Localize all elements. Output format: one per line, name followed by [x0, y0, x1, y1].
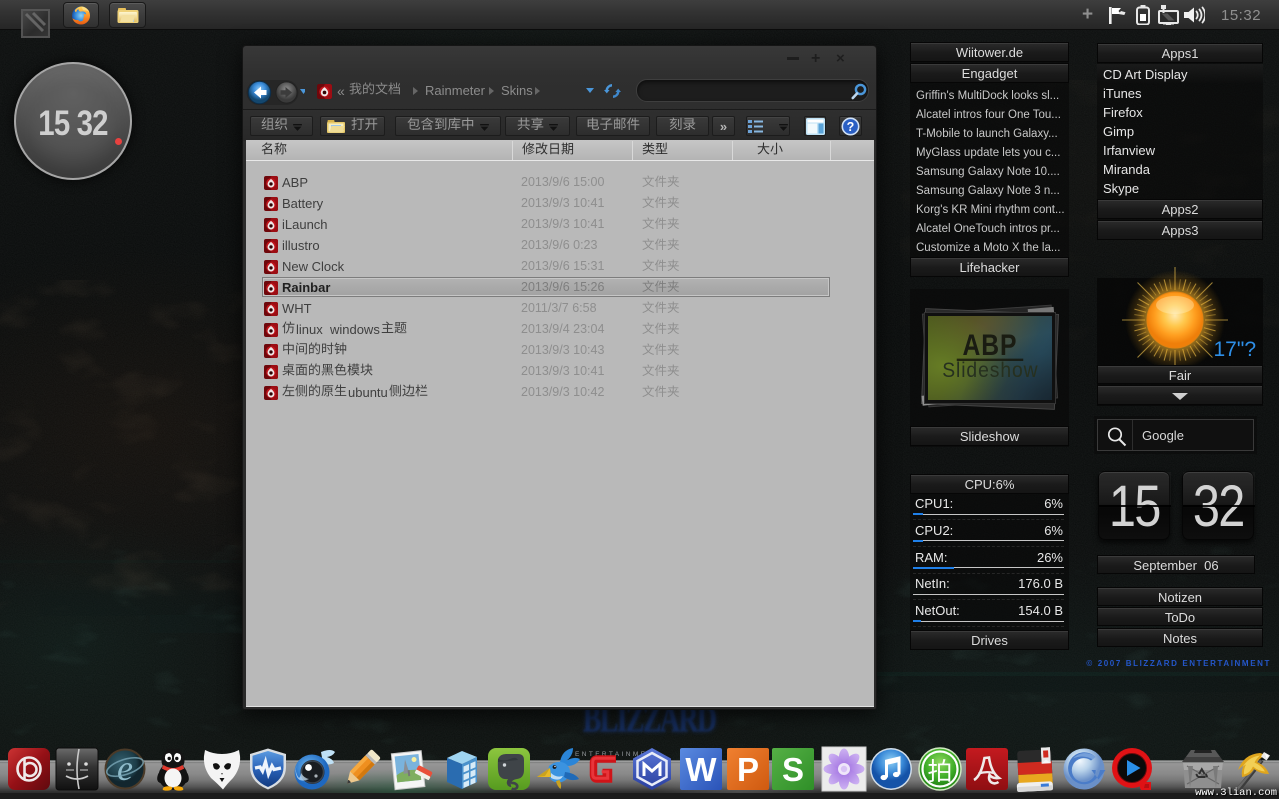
svg-text:W: W — [685, 751, 717, 788]
svg-text:?: ? — [847, 119, 855, 133]
svg-text:P: P — [737, 751, 759, 788]
svg-text:S: S — [782, 751, 804, 788]
svg-text:e: e — [117, 748, 133, 788]
